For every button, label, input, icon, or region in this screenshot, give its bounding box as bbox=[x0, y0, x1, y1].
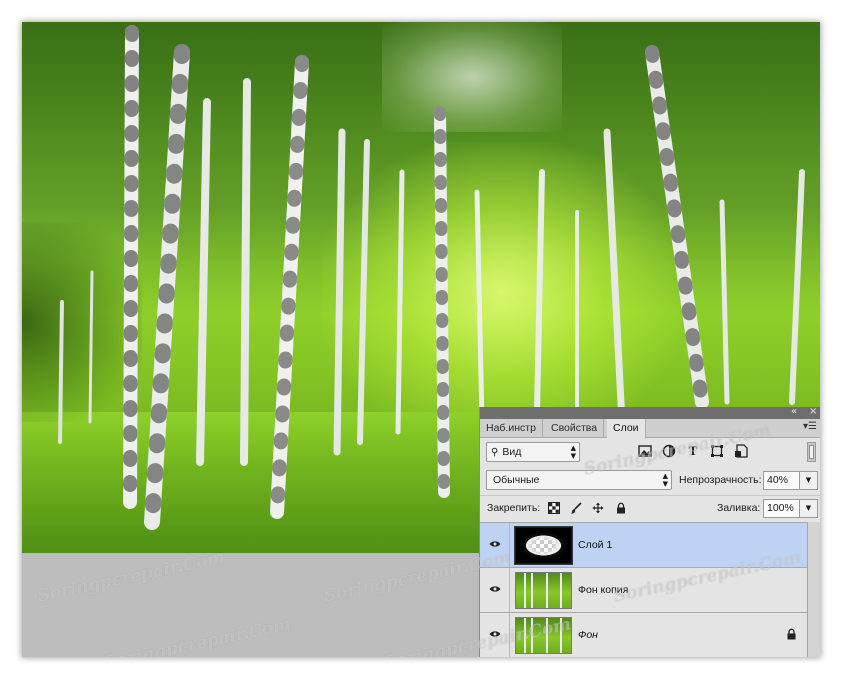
eye-icon bbox=[489, 541, 501, 547]
layer-row[interactable]: Фон копия bbox=[480, 568, 807, 613]
canvas-background bbox=[22, 553, 479, 657]
layer-lock-icon bbox=[787, 628, 796, 640]
opacity-label: Непрозрачность: bbox=[679, 474, 762, 486]
lock-position-icon[interactable] bbox=[592, 502, 604, 514]
fill-field[interactable]: 100% bbox=[763, 499, 800, 518]
tab-properties[interactable]: Свойства bbox=[545, 419, 605, 438]
image-filter-icon[interactable] bbox=[638, 444, 652, 458]
photoshop-window: « × Наб.инстр Свойства Слои ▾☰ ⚲Вид ▲▼ bbox=[22, 22, 820, 657]
layers-panel: « × Наб.инстр Свойства Слои ▾☰ ⚲Вид ▲▼ bbox=[479, 406, 820, 657]
tab-tool-presets[interactable]: Наб.инстр bbox=[480, 419, 543, 438]
opacity-dropdown-icon[interactable]: ▼ bbox=[800, 471, 818, 490]
layers-scrollbar[interactable] bbox=[807, 522, 820, 657]
filter-kind-label: Вид bbox=[502, 446, 522, 458]
type-filter-icon[interactable]: T bbox=[686, 444, 700, 458]
lock-label: Закрепить: bbox=[487, 502, 541, 514]
shape-filter-icon[interactable] bbox=[710, 444, 724, 458]
lock-all-icon[interactable] bbox=[615, 502, 627, 514]
layer-name[interactable]: Фон копия bbox=[578, 584, 628, 596]
spinner-icon: ▲ ▼ bbox=[570, 444, 576, 460]
visibility-toggle[interactable] bbox=[480, 523, 510, 567]
layer-name[interactable]: Фон bbox=[578, 629, 598, 641]
layer-thumbnail bbox=[514, 526, 573, 565]
layer-name[interactable]: Слой 1 bbox=[578, 539, 612, 551]
blend-mode-value: Обычные bbox=[493, 474, 540, 486]
lock-row: Закрепить: Заливка: 100% ▼ bbox=[480, 495, 820, 521]
blend-row: Обычные ▲ ▼ Непрозрачность: 40% ▼ bbox=[480, 467, 820, 495]
layer-row[interactable]: Фон bbox=[480, 613, 807, 657]
adjustment-filter-icon[interactable] bbox=[662, 444, 676, 458]
close-icon[interactable]: × bbox=[809, 406, 817, 417]
blend-mode-select[interactable]: Обычные ▲ ▼ bbox=[486, 470, 672, 490]
panel-tabs: Наб.инстр Свойства Слои ▾☰ bbox=[480, 419, 820, 439]
visibility-toggle[interactable] bbox=[480, 568, 510, 612]
lock-paint-icon[interactable] bbox=[570, 502, 582, 514]
panel-menu-icon[interactable]: ▾☰ bbox=[803, 421, 817, 432]
layer-thumbnail bbox=[515, 617, 572, 654]
opacity-field[interactable]: 40% bbox=[763, 471, 800, 490]
tab-layers[interactable]: Слои bbox=[607, 419, 646, 439]
layer-filter-row: ⚲ Вид ▲ ▼ T bbox=[480, 439, 820, 467]
visibility-toggle[interactable] bbox=[480, 613, 510, 657]
eye-icon bbox=[489, 631, 501, 637]
eye-icon bbox=[489, 586, 501, 592]
layers-list: Слой 1 Фон копия Фон bbox=[480, 522, 807, 657]
layer-row[interactable]: Слой 1 bbox=[480, 523, 807, 568]
panel-title-bar[interactable]: « × bbox=[480, 406, 820, 419]
filter-toggle[interactable] bbox=[807, 442, 816, 462]
filter-kind-select[interactable]: ⚲ Вид ▲ ▼ bbox=[486, 442, 580, 462]
fill-dropdown-icon[interactable]: ▼ bbox=[800, 499, 818, 518]
fill-label: Заливка: bbox=[717, 502, 761, 514]
double-chevron-icon[interactable]: « bbox=[791, 406, 797, 417]
layer-thumbnail bbox=[515, 572, 572, 609]
search-icon: ⚲ bbox=[491, 447, 499, 458]
lock-pixels-icon[interactable] bbox=[548, 502, 560, 514]
smart-object-filter-icon[interactable] bbox=[734, 444, 748, 458]
spinner-icon: ▲ ▼ bbox=[662, 472, 668, 488]
